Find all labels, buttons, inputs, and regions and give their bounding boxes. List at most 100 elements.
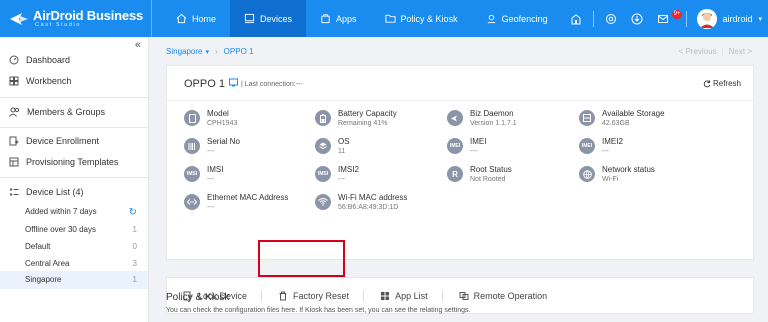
next-button[interactable]: Next > (729, 47, 752, 56)
factory-reset-highlight-box (258, 240, 345, 277)
logo[interactable]: AirDroid Business Cast Studio (0, 0, 152, 37)
settings-icon[interactable] (604, 12, 618, 26)
device-name: OPPO 1 (184, 78, 225, 90)
breadcrumb-group[interactable]: Singapore (166, 47, 202, 56)
last-connection: | Last connection:--- (240, 80, 303, 88)
sidebar-item-provisioning-templates[interactable]: Provisioning Templates (9, 157, 118, 167)
info-value: 56:B6:A8:49:3D:1D (338, 204, 399, 211)
info-serial-no: Serial No --- (184, 137, 240, 156)
info-value: --- (602, 148, 609, 155)
username[interactable]: airdroid (722, 14, 752, 24)
org-icon[interactable] (569, 12, 583, 26)
list-item-added-within-7-days[interactable]: Added within 7 days ↻ (25, 207, 137, 218)
info-value: Remaining 41% (338, 120, 388, 127)
storage-icon (579, 110, 595, 126)
info-model: Model CPH1943 (184, 109, 237, 128)
barcode-icon (184, 138, 200, 154)
sidebar-item-device-enrollment[interactable]: Device Enrollment (9, 136, 99, 146)
nav-geofencing[interactable]: Geofencing (472, 0, 562, 37)
phone-icon (184, 110, 200, 126)
info-value: --- (207, 176, 214, 183)
brand-name: AirDroid Business (33, 7, 144, 23)
sidebar-item-dashboard[interactable]: Dashboard (9, 55, 70, 65)
sidebar-item-workbench[interactable]: Workbench (9, 76, 71, 86)
info-label: OS (338, 137, 350, 146)
sidebar-item-device-list[interactable]: Device List (4) (9, 187, 84, 197)
trash-icon (279, 291, 287, 300)
info-value: Version 1.1.7.1 (470, 120, 517, 127)
notification-icon[interactable] (656, 12, 670, 26)
download-icon[interactable] (630, 12, 644, 26)
sidebar-item-members-groups[interactable]: Members & Groups (9, 107, 105, 117)
breadcrumb: Singapore ▾ › OPPO 1 (166, 47, 253, 56)
app-list-button[interactable]: App List (380, 291, 428, 301)
policy-kiosk-description: You can check the configuration files he… (166, 307, 471, 314)
os-icon (315, 138, 331, 154)
info-label: Ethernet MAC Address (207, 193, 289, 202)
chevron-down-icon[interactable]: ▾ (758, 15, 762, 23)
list-item-offline-over-30-days[interactable]: Offline over 30 days 1 (25, 225, 137, 234)
device-title: OPPO 1 | Last connection:--- (184, 78, 303, 90)
ethernet-icon (184, 194, 200, 210)
info-ethernet-mac-address: Ethernet MAC Address --- (184, 193, 288, 212)
enrollment-icon (9, 136, 19, 146)
info-value: CPH1943 (207, 120, 238, 127)
info-label: Network status (602, 165, 655, 174)
imei2-icon: IMEI (579, 138, 595, 154)
info-label: Available Storage (602, 109, 665, 118)
device-pager: < Previous | Next > (678, 47, 752, 56)
nav-apps[interactable]: Apps (306, 0, 371, 37)
breadcrumb-device: OPPO 1 (223, 47, 254, 56)
wifi-icon (315, 194, 331, 210)
main-nav: Home Devices Apps Policy & Kiosk Geofenc… (162, 0, 562, 37)
info-available-storage: Available Storage 42.63GB (579, 109, 665, 128)
device-info-card: OPPO 1 | Last connection:--- Refresh Mod… (166, 65, 754, 260)
info-value: --- (470, 148, 477, 155)
top-right-toolbar: 9+ airdroid ▾ (563, 0, 768, 37)
dashboard-icon (9, 55, 19, 65)
info-label: Root Status (470, 165, 512, 174)
info-value: 11 (338, 148, 346, 155)
airdroid-logo-icon (9, 12, 29, 26)
list-item-default[interactable]: Default 0 (25, 242, 137, 251)
info-label: Battery Capacity (338, 109, 397, 118)
avatar[interactable] (697, 8, 718, 29)
collapse-sidebar-icon[interactable]: « (135, 39, 141, 51)
remote-operation-button[interactable]: Remote Operation (459, 291, 547, 301)
list-item-singapore[interactable]: Singapore 1 (25, 275, 137, 284)
template-icon (9, 157, 19, 167)
imsi2-icon: IMSI (315, 166, 331, 182)
refresh-button[interactable]: Refresh (703, 79, 741, 88)
info-biz-daemon: Biz Daemon Version 1.1.7.1 (447, 109, 517, 128)
info-imei: IMEI IMEI --- (447, 137, 486, 156)
info-root-status: R Root Status Not Rooted (447, 165, 512, 184)
info-wi-fi-mac-address: Wi-Fi MAC address 56:B6:A8:49:3D:1D (315, 193, 407, 212)
device-type-icon (228, 78, 238, 90)
users-icon (9, 107, 20, 117)
info-os: OS 11 (315, 137, 350, 156)
list-icon (10, 188, 19, 196)
battery-icon (315, 110, 331, 126)
sidebar: « Dashboard Workbench Members & Groups D… (0, 37, 149, 322)
chevron-down-icon[interactable]: ▾ (205, 48, 209, 56)
devices-icon (244, 13, 255, 24)
home-icon (176, 13, 187, 24)
top-bar: AirDroid Business Cast Studio Home Devic… (0, 0, 768, 37)
policy-kiosk-title: Policy & Kiosk (166, 292, 230, 303)
refresh-icon[interactable]: ↻ (129, 207, 137, 218)
notification-badge: 9+ (671, 10, 683, 19)
nav-devices[interactable]: Devices (230, 0, 307, 37)
previous-button[interactable]: < Previous (679, 47, 717, 56)
info-value: --- (207, 148, 214, 155)
factory-reset-button[interactable]: Factory Reset (278, 291, 349, 301)
info-value: Wi-Fi (602, 176, 619, 183)
globe-icon (579, 166, 595, 182)
nav-policy-kiosk[interactable]: Policy & Kiosk (371, 0, 472, 37)
info-imsi2: IMSI IMSI2 --- (315, 165, 359, 184)
info-label: IMEI2 (602, 137, 623, 146)
imei-icon: IMEI (447, 138, 463, 154)
list-item-central-area[interactable]: Central Area 3 (25, 259, 137, 268)
info-label: Biz Daemon (470, 109, 514, 118)
nav-home[interactable]: Home (162, 0, 230, 37)
grid-icon (381, 291, 390, 300)
